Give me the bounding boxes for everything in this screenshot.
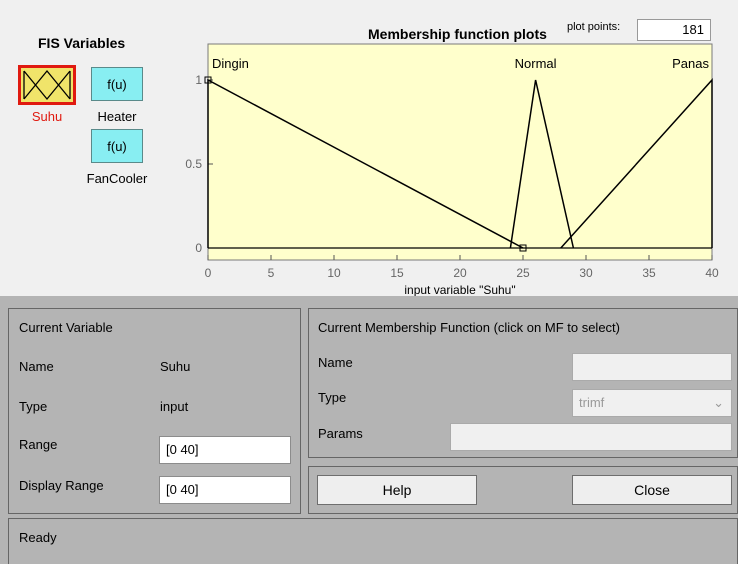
range-input[interactable]: [0 40] bbox=[159, 436, 291, 464]
mf-name-input[interactable] bbox=[572, 353, 732, 381]
x-tick-label: 10 bbox=[327, 266, 341, 280]
membership-function-plot[interactable]: 0 5 10 15 20 25 30 35 4000.51 Dingin Normal Panas … bbox=[0, 0, 738, 296]
y-tick-label: 1 bbox=[195, 73, 202, 87]
variable-type-value: input bbox=[160, 399, 189, 414]
status-text: Ready bbox=[19, 530, 57, 545]
mf-label-normal[interactable]: Normal bbox=[515, 56, 557, 71]
current-variable-title: Current Variable bbox=[19, 320, 113, 335]
variable-name-label: Name bbox=[19, 359, 54, 374]
buttons-panel: Help Close bbox=[308, 466, 738, 514]
close-button[interactable]: Close bbox=[572, 475, 732, 505]
variable-type-label: Type bbox=[19, 399, 48, 414]
help-button[interactable]: Help bbox=[317, 475, 477, 505]
x-tick-label: 35 bbox=[642, 266, 656, 280]
mf-params-label: Params bbox=[318, 426, 363, 441]
mf-type-label: Type bbox=[318, 390, 347, 405]
x-tick-label: 15 bbox=[390, 266, 404, 280]
mf-label-panas[interactable]: Panas bbox=[672, 56, 709, 71]
x-tick-label: 5 bbox=[268, 266, 275, 280]
fis-editor-top: FIS Variables Suhu f(u) Heater f(u) FanC… bbox=[0, 0, 738, 296]
mf-label-dingin[interactable]: Dingin bbox=[212, 56, 249, 71]
x-tick-label: 25 bbox=[516, 266, 530, 280]
plot-area bbox=[207, 43, 713, 261]
x-tick-label: 20 bbox=[453, 266, 467, 280]
y-tick-label: 0.5 bbox=[185, 157, 202, 171]
display-range-label: Display Range bbox=[19, 478, 104, 493]
display-range-input[interactable]: [0 40] bbox=[159, 476, 291, 504]
x-tick-label: 40 bbox=[705, 266, 719, 280]
fis-editor-bottom: Current Variable Name Suhu Type input Ra… bbox=[0, 296, 738, 564]
variable-name-value: Suhu bbox=[160, 359, 191, 374]
y-tick-label: 0 bbox=[195, 241, 202, 255]
current-variable-panel: Current Variable Name Suhu Type input Ra… bbox=[8, 308, 301, 514]
current-mf-panel: Current Membership Function (click on MF… bbox=[308, 308, 738, 458]
x-tick-label: 30 bbox=[579, 266, 593, 280]
x-tick-label: 0 bbox=[205, 266, 212, 280]
mf-type-select[interactable]: trimf ⌄ bbox=[572, 389, 732, 417]
mf-type-value: trimf bbox=[579, 395, 605, 410]
range-label: Range bbox=[19, 437, 58, 452]
x-axis-label: input variable "Suhu" bbox=[404, 283, 515, 296]
mf-params-input[interactable] bbox=[450, 423, 732, 451]
status-panel: Ready bbox=[8, 518, 738, 564]
chevron-down-icon: ⌄ bbox=[713, 395, 724, 410]
mf-name-label: Name bbox=[318, 355, 353, 370]
current-mf-title: Current Membership Function (click on MF… bbox=[318, 320, 620, 335]
